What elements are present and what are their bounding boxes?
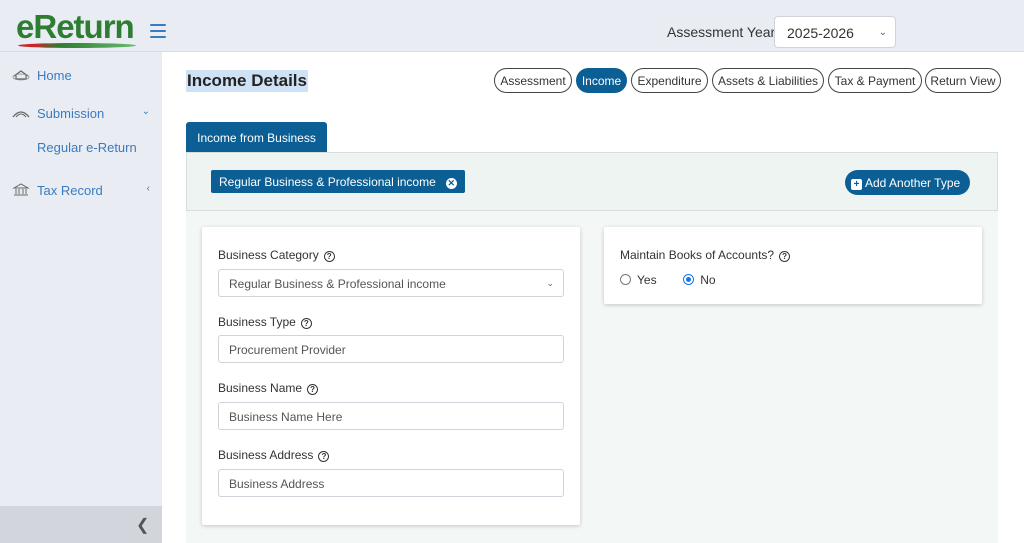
tab-assessment[interactable]: Assessment [494,68,572,93]
help-icon[interactable]: ? [318,451,330,462]
hamburger-menu-icon[interactable] [150,24,166,38]
sidebar-item-home[interactable]: Home [0,62,162,92]
sidebar-item-submission[interactable]: Submission ⌄ [0,100,162,130]
business-type-field[interactable]: Procurement Provider [218,335,564,363]
income-type-bar: Regular Business & Professional income ✕ … [186,152,998,211]
assessment-year-label: Assessment Year [667,24,776,40]
chevron-down-icon: ⌄ [546,278,554,288]
books-of-accounts-card: Maintain Books of Accounts?? Yes No [604,227,982,304]
collapse-sidebar-icon[interactable]: ❮ [136,515,149,535]
logo-e: e [16,8,34,45]
sidebar: Home Submission ⌄ Regular e-Return Tax R… [0,52,162,543]
business-type-value: Procurement Provider [229,343,346,357]
bank-icon [12,183,30,196]
add-another-type-button[interactable]: + Add Another Type [845,170,971,195]
business-address-label: Business Address? [218,448,330,462]
business-address-field[interactable]: Business Address [218,469,564,497]
books-of-accounts-label: Maintain Books of Accounts?? [620,248,791,262]
business-name-field[interactable]: Business Name Here [218,402,564,430]
business-category-select[interactable]: Regular Business & Professional income ⌄ [218,269,564,297]
sidebar-subitem-regular-ereturn[interactable]: Regular e-Return [37,140,137,155]
business-category-label: Business Category? [218,248,335,262]
sidebar-footer: ❮ [0,506,162,543]
ereturn-logo[interactable]: eReturn [16,8,136,48]
form-content-area: Business Category? Regular Business & Pr… [186,211,998,543]
tab-return-view[interactable]: Return View [925,68,1001,93]
sidebar-item-tax-record[interactable]: Tax Record ‹ [0,177,162,207]
help-icon[interactable]: ? [307,384,319,395]
tab-income[interactable]: Income [576,68,627,93]
business-name-placeholder: Business Name Here [229,410,343,424]
page-title: Income Details [186,70,308,92]
tab-expenditure[interactable]: Expenditure [631,68,708,93]
radio-no-label: No [700,273,716,287]
submission-icon [12,111,30,118]
business-address-placeholder: Business Address [229,477,325,491]
tab-tax-payment[interactable]: Tax & Payment [828,68,922,93]
logo-swoosh [18,43,136,48]
income-type-chip[interactable]: Regular Business & Professional income ✕ [211,170,465,193]
sidebar-item-label: Submission [37,106,105,121]
sidebar-item-label: Tax Record [37,183,103,198]
assessment-year-value: 2025-2026 [787,25,854,41]
chip-label: Regular Business & Professional income [219,175,436,189]
add-another-type-label: Add Another Type [865,176,961,190]
main-content: Income Details Assessment Income Expendi… [162,52,1024,543]
radio-yes-label: Yes [637,273,657,287]
business-name-label: Business Name? [218,381,319,395]
tab-income-from-business[interactable]: Income from Business [186,122,327,152]
business-details-card: Business Category? Regular Business & Pr… [202,227,580,525]
chevron-down-icon: ⌄ [141,106,150,117]
tab-assets-liabilities[interactable]: Assets & Liabilities [712,68,824,93]
help-icon[interactable]: ? [779,251,791,262]
top-bar: eReturn Assessment Year 2025-2026 ⌄ [0,0,1024,52]
plus-icon: + [851,179,862,190]
remove-chip-icon[interactable]: ✕ [445,178,457,189]
business-type-label: Business Type? [218,315,312,329]
help-icon[interactable]: ? [323,251,335,262]
radio-yes[interactable] [620,274,631,285]
logo-text: Return [33,8,134,45]
assessment-year-select[interactable]: 2025-2026 ⌄ [774,16,896,48]
chevron-down-icon: ⌄ [878,27,887,38]
books-radio-group: Yes No [620,273,716,287]
radio-no[interactable] [683,274,695,285]
home-icon [12,70,30,81]
chevron-left-icon: ‹ [146,183,150,194]
sidebar-item-label: Home [37,68,72,83]
help-icon[interactable]: ? [300,318,312,329]
business-category-value: Regular Business & Professional income [229,277,446,291]
